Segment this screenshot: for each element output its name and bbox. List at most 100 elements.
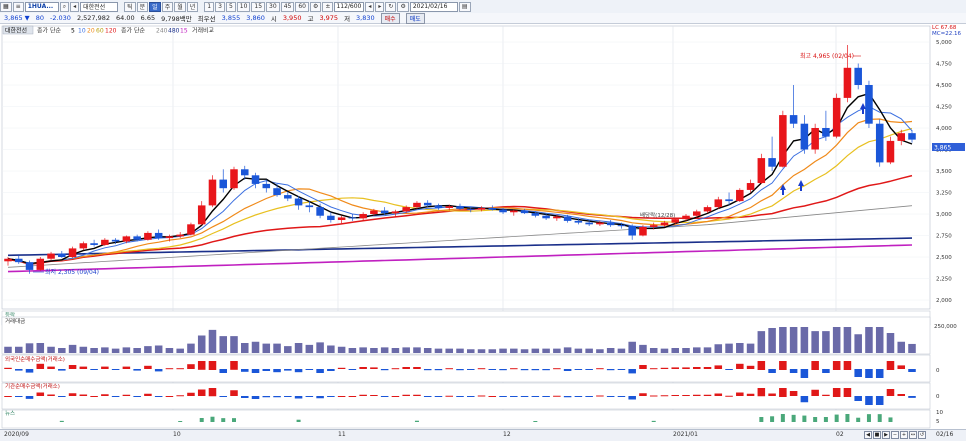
institution-net-bar xyxy=(897,394,906,396)
foreign-net-bar xyxy=(4,367,12,369)
institution-net-bar xyxy=(79,394,88,396)
count-field[interactable]: 112/600 xyxy=(334,1,365,12)
zoom-icon[interactable]: ± xyxy=(322,1,334,12)
news-bar xyxy=(296,419,301,422)
minute-60[interactable]: 60 xyxy=(295,1,309,12)
foreign-net-bar xyxy=(499,369,507,371)
institution-net-bar xyxy=(865,396,873,405)
foreign-net-bar xyxy=(380,369,389,371)
fit-button[interactable]: ↔ xyxy=(909,431,917,439)
stock-code-input[interactable]: 1HUA... xyxy=(24,1,59,12)
minute-3[interactable]: 3 xyxy=(215,1,225,12)
news-bar xyxy=(866,414,871,422)
foreign-net-bar xyxy=(79,366,88,369)
foreign-net-bar xyxy=(327,369,335,371)
next-icon[interactable]: ▸ xyxy=(375,1,385,12)
institution-net-bar xyxy=(596,395,604,397)
candle-body xyxy=(875,123,884,163)
trade-value-bar xyxy=(144,346,152,353)
minute-45[interactable]: 45 xyxy=(280,1,295,12)
candle-body xyxy=(25,262,34,270)
foreign-net-bar xyxy=(488,369,497,370)
menu-icon[interactable]: ≡ xyxy=(12,1,24,12)
foreign-net-bar xyxy=(649,368,658,370)
trade-value-bar xyxy=(606,348,615,353)
trade-value-bar xyxy=(337,346,346,353)
zoom-out-button[interactable]: − xyxy=(891,431,899,439)
stock-name-field[interactable]: 대한전선 xyxy=(80,1,119,12)
candle-body xyxy=(423,202,432,206)
scroll-right-button[interactable]: ▶ xyxy=(882,431,890,439)
sell-button[interactable]: 매도 xyxy=(405,12,425,24)
minute-5[interactable]: 5 xyxy=(225,1,236,12)
period-year[interactable]: 년 xyxy=(186,1,199,12)
refresh-icon[interactable]: ↻ xyxy=(385,1,397,12)
minute-15[interactable]: 15 xyxy=(251,1,266,12)
reset-button[interactable]: ↺ xyxy=(918,431,926,439)
period-week[interactable]: 주 xyxy=(161,1,174,12)
period-minute[interactable]: 분 xyxy=(136,1,149,12)
institution-net-bar xyxy=(628,396,636,400)
candle-body xyxy=(800,123,809,150)
calendar-icon[interactable]: ▤ xyxy=(458,1,471,12)
candle-body xyxy=(714,199,723,208)
foreign-net-bar xyxy=(811,361,819,370)
date-field[interactable]: 2021/02/16 xyxy=(409,1,458,12)
minute-30[interactable]: 30 xyxy=(266,1,280,12)
trade-value-bar xyxy=(111,348,120,353)
foreign-net-bar xyxy=(176,368,184,370)
settings-icon[interactable]: ⚙ xyxy=(309,1,322,12)
candle-body xyxy=(144,232,152,240)
foreign-net-bar xyxy=(187,364,195,369)
candle-body xyxy=(58,253,66,257)
history-icon[interactable]: ◂ xyxy=(70,1,80,12)
current-price: 3,865 ▼ xyxy=(4,14,30,22)
institution-net-bar xyxy=(542,396,550,397)
gear-icon[interactable]: ⚙ xyxy=(397,1,409,12)
trade-value-bar xyxy=(703,347,712,353)
news-bar xyxy=(210,416,215,422)
stop-button[interactable]: ■ xyxy=(873,431,881,439)
foreign-net-bar xyxy=(240,369,249,372)
period-month[interactable]: 월 xyxy=(174,1,186,12)
price-tick-label: 3,250 xyxy=(936,191,952,197)
scroll-left-button[interactable]: ◀ xyxy=(864,431,872,439)
institution-net-bar xyxy=(47,394,55,396)
toolbar: ▦ ≡ 1HUA... ⌕ ◂ 대한전선 틱 분 일 주 월 년 1 3 5 1… xyxy=(0,0,966,14)
candle-body xyxy=(133,236,141,240)
trade-value-bar xyxy=(757,331,766,353)
institution-net-bar xyxy=(370,395,378,396)
foreign-net-bar xyxy=(273,369,281,373)
minute-10[interactable]: 10 xyxy=(236,1,251,12)
news-bar xyxy=(791,414,796,422)
legend-maL: 15 xyxy=(180,27,188,34)
period-day[interactable]: 일 xyxy=(149,1,161,12)
candle-body xyxy=(402,207,410,212)
candle-body xyxy=(606,222,615,226)
trade-value-bar xyxy=(294,343,303,353)
trade-value-bar xyxy=(510,348,518,353)
foreign-net-bar xyxy=(122,366,131,369)
news-bar xyxy=(533,421,538,422)
prev-icon[interactable]: ◂ xyxy=(365,1,375,12)
chart-area[interactable]: 대한전선 종가 단순 5 10 20 60 120 종가 단순 240 480 … xyxy=(0,24,966,429)
date-axis: 2020/09 10 11 12 2021/01 02 02/16 ◀ ■ ▶ … xyxy=(0,429,966,441)
minute-1[interactable]: 1 xyxy=(204,1,215,12)
foreign-net-bar xyxy=(865,369,873,378)
price-change: 80 xyxy=(35,14,44,22)
foreign-net-bar xyxy=(230,361,238,370)
search-icon[interactable]: ⌕ xyxy=(59,1,70,12)
candle-body xyxy=(187,224,195,235)
foreign-net-bar xyxy=(58,369,66,371)
high-label: 고 xyxy=(307,15,314,23)
trade-value-bar xyxy=(800,327,809,353)
period-tick[interactable]: 틱 xyxy=(124,1,136,12)
zoom-in-button[interactable]: + xyxy=(900,431,908,439)
trade-value-bar xyxy=(327,345,335,353)
legend-ma-label: 종가 단순 xyxy=(37,26,61,34)
layout-icon[interactable]: ▦ xyxy=(0,1,12,12)
buy-button[interactable]: 매수 xyxy=(380,12,400,24)
institution-net-bar xyxy=(649,395,658,397)
institution-net-bar xyxy=(273,396,281,398)
institution-net-bar xyxy=(574,396,583,397)
